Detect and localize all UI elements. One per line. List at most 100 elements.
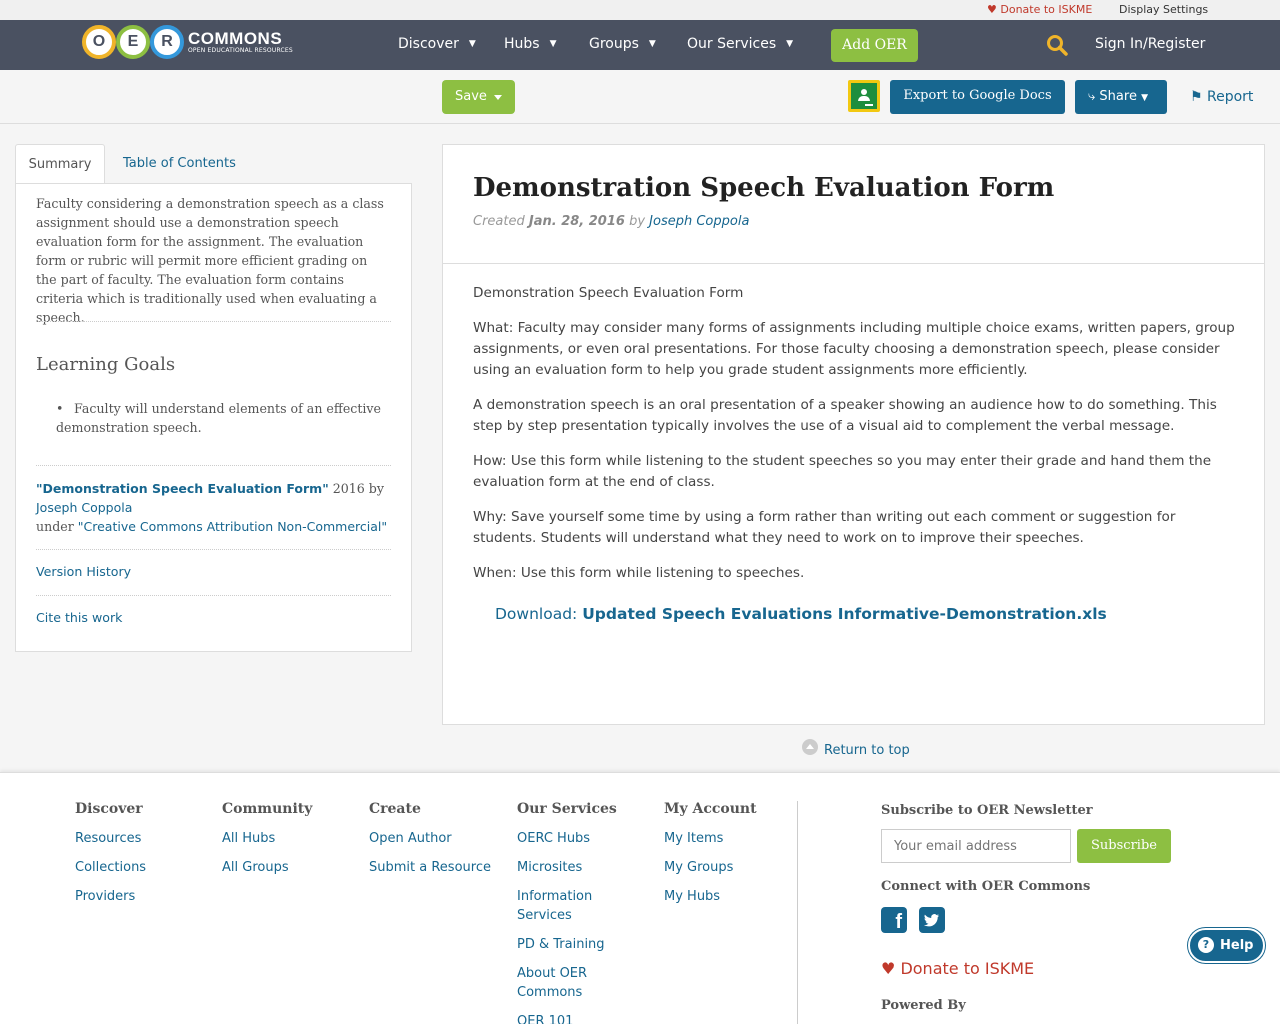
logo-letter-e: E (116, 25, 150, 59)
nav-groups[interactable]: Groups ▼ (589, 36, 656, 52)
nav-hubs[interactable]: Hubs ▼ (504, 36, 557, 52)
footer-link-about[interactable]: About OER Commons (517, 964, 617, 1002)
footer-link-my-groups[interactable]: My Groups (664, 858, 757, 877)
footer-link-all-groups[interactable]: All Groups (222, 858, 312, 877)
divider (36, 465, 391, 466)
download-filename[interactable]: Updated Speech Evaluations Informative-D… (582, 605, 1107, 623)
footer-link-all-hubs[interactable]: All Hubs (222, 829, 312, 848)
footer-heading: Discover (75, 801, 143, 817)
attribution-author-link[interactable]: Joseph Coppola (36, 500, 132, 515)
learning-goals-list: • Faculty will understand elements of an… (56, 399, 396, 437)
resource-body: Demonstration Speech Evaluation Form Wha… (473, 283, 1243, 598)
chevron-down-icon: ▼ (549, 39, 557, 49)
logo-letter-o: O (82, 25, 116, 59)
powered-by-label: Powered By (881, 998, 966, 1013)
footer-link-oer-101[interactable]: OER 101 (517, 1012, 617, 1024)
version-history-link[interactable]: Version History (36, 564, 131, 579)
footer-col-create: Create Open Author Submit a Resource (369, 801, 491, 887)
summary-text: Faculty considering a demonstration spee… (36, 196, 384, 325)
logo-wordmark: COMMONS OPEN EDUCATIONAL RESOURCES (188, 28, 293, 54)
main-navbar: O E R COMMONS OPEN EDUCATIONAL RESOURCES… (0, 20, 1280, 70)
report-link[interactable]: ⚑ Report (1190, 89, 1253, 105)
license-link[interactable]: "Creative Commons Attribution Non-Commer… (78, 519, 387, 534)
body-paragraph: A demonstration speech is an oral presen… (473, 397, 1217, 434)
site-footer: Discover Resources Collections Providers… (0, 772, 1280, 1024)
footer-link-information-services[interactable]: Information Services (517, 887, 617, 925)
divider (36, 549, 391, 550)
connect-title: Connect with OER Commons (881, 879, 1091, 894)
footer-col-our-services: Our Services OERC Hubs Microsites Inform… (517, 801, 617, 1024)
chevron-down-icon: ▼ (468, 39, 476, 49)
chevron-down-icon: ▼ (648, 39, 656, 49)
utility-donate-link[interactable]: ♥ Donate to ISKME (987, 3, 1092, 16)
footer-link-my-items[interactable]: My Items (664, 829, 757, 848)
tab-table-of-contents[interactable]: Table of Contents (123, 156, 236, 171)
arrow-up-icon (802, 739, 818, 755)
bullet-icon: • (56, 401, 64, 416)
page-title: Demonstration Speech Evaluation Form (473, 173, 1055, 203)
heart-icon: ♥ (881, 959, 896, 978)
body-paragraph: Why: Save yourself some time by using a … (473, 509, 1176, 546)
footer-link-resources[interactable]: Resources (75, 829, 146, 848)
footer-link-my-hubs[interactable]: My Hubs (664, 887, 757, 906)
body-paragraph: When: Use this form while listening to s… (473, 565, 805, 581)
footer-col-discover: Discover Resources Collections Providers (75, 801, 146, 916)
footer-link-pd-training[interactable]: PD & Training (517, 935, 617, 954)
logo-letter-r: R (150, 25, 184, 59)
return-to-top-link[interactable]: Return to top (802, 739, 910, 758)
footer-divider (797, 801, 798, 1024)
resource-toolbar: Save Export to Google Docs ⤷ Share ▼ ⚑ R… (0, 70, 1280, 124)
oer-commons-logo[interactable]: O E R COMMONS OPEN EDUCATIONAL RESOURCES (82, 24, 293, 60)
utility-bar: ♥ Donate to ISKME Display Settings (0, 0, 1280, 20)
footer-link-open-author[interactable]: Open Author (369, 829, 491, 848)
author-link[interactable]: Joseph Coppola (649, 214, 749, 229)
save-button[interactable]: Save (442, 80, 515, 114)
learning-goal-item: Faculty will understand elements of an e… (56, 401, 381, 435)
share-icon: ⤷ (1088, 89, 1096, 104)
footer-heading: Our Services (517, 801, 617, 817)
footer-heading: My Account (664, 801, 757, 817)
add-oer-button[interactable]: Add OER (831, 29, 918, 62)
body-paragraph: Demonstration Speech Evaluation Form (473, 285, 744, 301)
nav-discover[interactable]: Discover ▼ (398, 36, 476, 52)
footer-heading: Create (369, 801, 421, 817)
footer-col-my-account: My Account My Items My Groups My Hubs (664, 801, 757, 916)
share-button[interactable]: ⤷ Share ▼ (1075, 80, 1167, 114)
export-google-docs-button[interactable]: Export to Google Docs (890, 80, 1065, 114)
footer-link-submit-resource[interactable]: Submit a Resource (369, 858, 491, 877)
cite-work-link[interactable]: Cite this work (36, 610, 122, 625)
tab-summary[interactable]: Summary (15, 144, 105, 184)
download-link[interactable]: Download: Updated Speech Evaluations Inf… (495, 605, 1107, 623)
footer-link-providers[interactable]: Providers (75, 887, 146, 906)
learning-goals-title: Learning Goals (36, 354, 176, 375)
subscribe-button[interactable]: Subscribe (1077, 829, 1171, 863)
sign-in-register-link[interactable]: Sign In/Register (1095, 36, 1205, 52)
caret-down-icon (494, 95, 502, 100)
footer-heading: Community (222, 801, 313, 817)
divider (36, 595, 391, 596)
help-button[interactable]: ? Help (1188, 928, 1265, 963)
search-icon[interactable] (1046, 34, 1068, 60)
newsletter-email-input[interactable] (881, 829, 1071, 863)
footer-link-oerc-hubs[interactable]: OERC Hubs (517, 829, 617, 848)
footer-link-collections[interactable]: Collections (75, 858, 146, 877)
heart-icon: ♥ (987, 3, 997, 16)
footer-col-community: Community All Hubs All Groups (222, 801, 312, 887)
body-paragraph: How: Use this form while listening to th… (473, 453, 1212, 490)
display-settings-link[interactable]: Display Settings (1119, 3, 1208, 16)
flag-icon: ⚑ (1190, 89, 1203, 105)
chevron-down-icon: ▼ (786, 39, 794, 49)
caret-down-icon: ▼ (1141, 93, 1148, 103)
question-icon: ? (1198, 937, 1214, 953)
twitter-icon[interactable] (919, 907, 945, 933)
attribution-title-link[interactable]: "Demonstration Speech Evaluation Form" (36, 481, 329, 496)
facebook-icon[interactable]: f (881, 907, 907, 933)
footer-link-microsites[interactable]: Microsites (517, 858, 617, 877)
google-classroom-icon[interactable] (848, 80, 880, 112)
divider (36, 321, 391, 322)
nav-our-services[interactable]: Our Services ▼ (687, 36, 793, 52)
created-meta: Created Jan. 28, 2016 by Joseph Coppola (473, 214, 750, 229)
divider (443, 263, 1264, 264)
created-date: Jan. 28, 2016 (528, 214, 625, 229)
footer-donate-link[interactable]: ♥ Donate to ISKME (881, 959, 1034, 978)
